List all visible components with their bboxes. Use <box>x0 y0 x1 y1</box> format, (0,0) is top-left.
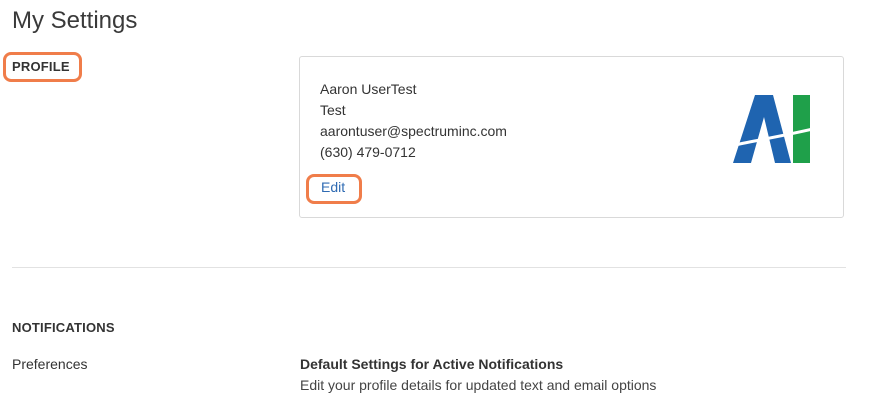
profile-title: Test <box>320 102 346 118</box>
page-title: My Settings <box>12 7 138 34</box>
profile-phone: (630) 479-0712 <box>320 144 416 160</box>
logo-letter-a <box>733 95 791 163</box>
section-divider <box>12 267 846 268</box>
profile-card: Aaron UserTest Test aarontuser@spectrumi… <box>299 56 844 218</box>
default-settings-description: Edit your profile details for updated te… <box>300 377 657 393</box>
ai-logo-avatar <box>733 95 813 163</box>
profile-section-label: PROFILE <box>12 59 70 74</box>
preferences-label: Preferences <box>12 356 88 372</box>
profile-email: aarontuser@spectruminc.com <box>320 123 507 139</box>
default-settings-heading: Default Settings for Active Notification… <box>300 356 564 372</box>
notifications-section-label: NOTIFICATIONS <box>12 320 115 335</box>
profile-name: Aaron UserTest <box>320 81 417 97</box>
edit-highlight-ring <box>306 174 362 204</box>
